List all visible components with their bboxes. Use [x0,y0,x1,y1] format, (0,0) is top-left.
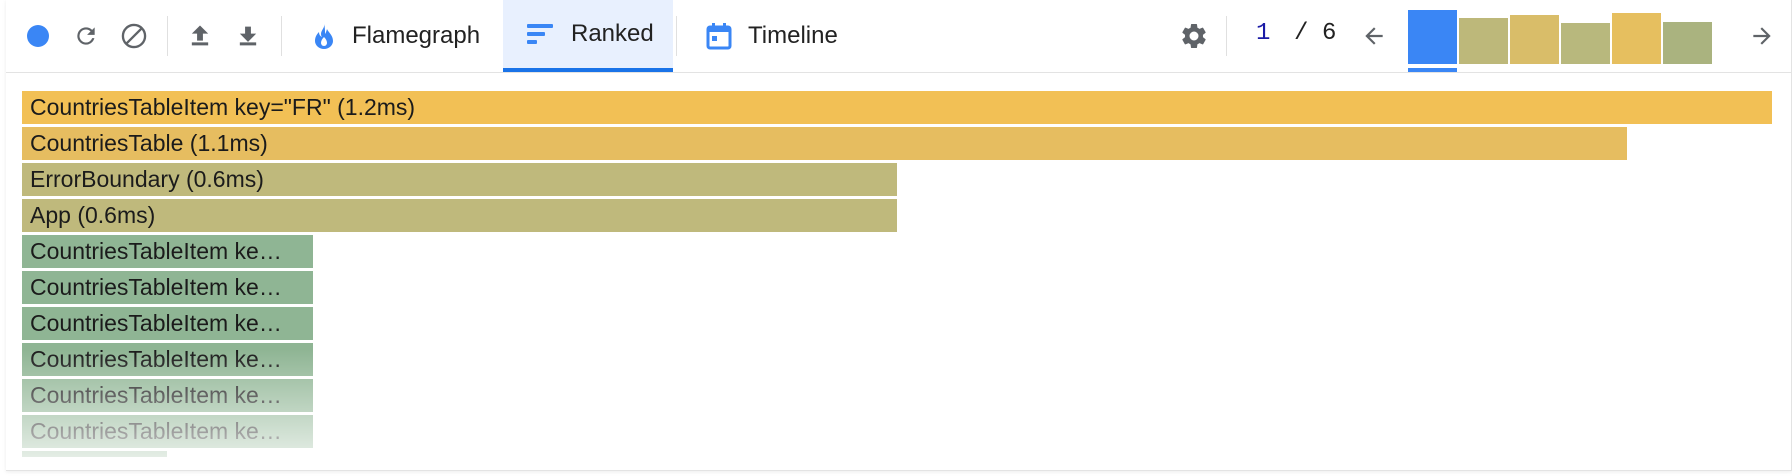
import-button[interactable] [182,18,218,54]
reload-button[interactable] [68,18,104,54]
selected-commit-indicator [1408,68,1457,72]
ranked-bar[interactable]: CountriesTableItem ke… [22,271,313,304]
export-arrow-down-icon [239,26,257,46]
next-commit-button[interactable] [1744,18,1780,54]
toolbar-separator [676,16,677,56]
export-button[interactable] [230,18,266,54]
ranked-bar[interactable]: CountriesTableItem ke… [22,343,313,376]
ranked-bar[interactable]: CountriesTableItem ke… [22,415,313,448]
clear-icon [121,23,147,49]
commit-bar[interactable] [1408,10,1457,64]
commit-total: 6 [1322,20,1337,47]
calendar-icon [706,23,732,50]
ranked-bar[interactable]: CountriesTableItem ke… [22,235,313,268]
arrow-right-icon [1753,27,1771,45]
gear-icon [1182,23,1206,48]
tab-ranked[interactable]: Ranked [503,0,673,72]
reload-icon [77,27,95,45]
ranked-bar[interactable]: App (0.6ms) [22,199,897,232]
commit-bar[interactable] [1663,22,1712,64]
tab-flamegraph-label: Flamegraph [352,22,481,49]
flame-icon [315,24,333,49]
ranked-bar[interactable]: CountriesTable (1.1ms) [22,127,1627,160]
ranked-bar[interactable] [22,451,167,457]
clear-button[interactable] [116,18,152,54]
commit-bar[interactable] [1612,13,1661,64]
ranked-bars-icon [527,24,553,44]
previous-commit-button[interactable] [1356,18,1392,54]
ranked-bar[interactable]: CountriesTableItem key="FR" (1.2ms) [22,91,1772,124]
settings-button[interactable] [1176,18,1212,54]
record-button[interactable] [20,18,56,54]
commit-current: 1 [1256,20,1271,47]
import-arrow-up-icon [191,25,209,46]
toolbar-separator [167,16,168,56]
tab-flamegraph[interactable]: Flamegraph [296,0,510,72]
tab-timeline[interactable]: Timeline [690,0,870,72]
profiler-toolbar: Flamegraph Ranked Timeline 1 / 6 [6,0,1791,73]
arrow-left-icon [1365,27,1383,45]
commit-separator: / [1294,20,1309,47]
toolbar-separator [1226,16,1227,56]
toolbar-separator [281,16,282,56]
ranked-bar[interactable]: CountriesTableItem ke… [22,379,313,412]
record-dot-icon [27,25,49,47]
profiler-panel: Flamegraph Ranked Timeline 1 / 6 Countri… [6,0,1792,471]
ranked-bar[interactable]: ErrorBoundary (0.6ms) [22,163,897,196]
tab-ranked-label: Ranked [571,20,654,47]
commit-bar[interactable] [1561,23,1610,64]
commit-snapshot-selector[interactable] [1408,10,1728,72]
ranked-bar[interactable]: CountriesTableItem ke… [22,307,313,340]
commit-bar[interactable] [1459,18,1508,64]
commit-bar[interactable] [1510,15,1559,64]
tab-timeline-label: Timeline [748,22,838,49]
